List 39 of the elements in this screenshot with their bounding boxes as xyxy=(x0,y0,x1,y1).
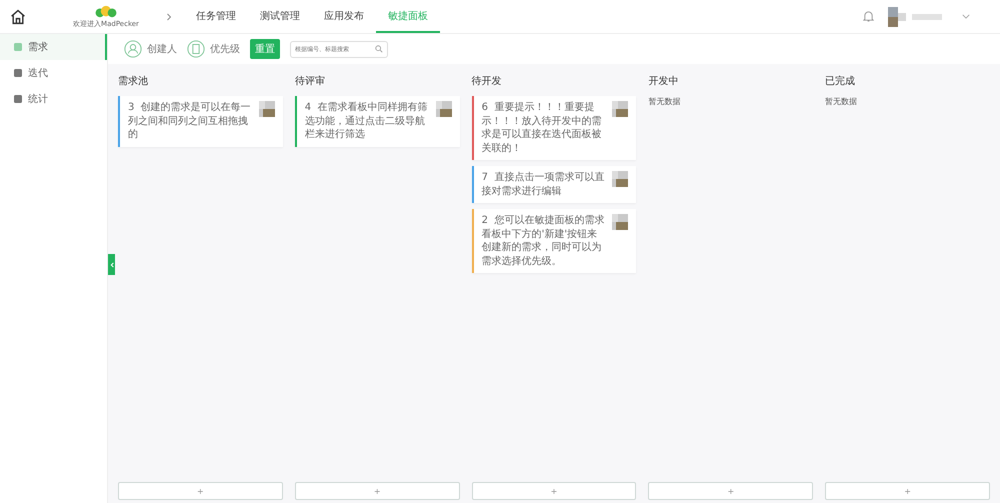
nav-tab[interactable]: 测试管理 xyxy=(248,0,312,33)
document-icon xyxy=(187,40,205,58)
sidebar-item[interactable]: 需求 xyxy=(0,34,107,60)
menu-item-icon xyxy=(14,95,22,103)
collapse-button[interactable] xyxy=(108,254,115,275)
requirement-card[interactable]: 3 创建的需求是可以在每一列之间和同列之间互相拖拽的 xyxy=(118,96,283,146)
nav-tab[interactable]: 应用发布 xyxy=(312,0,376,33)
logo-icon xyxy=(93,4,119,18)
column-title: 需求池 xyxy=(118,74,149,89)
add-button[interactable]: + xyxy=(472,482,636,500)
card-text: 6 重要提示！！！重要提示！！！放入待开发中的需求是可以直接在迭代面板被关联的！ xyxy=(482,101,603,155)
column-title: 开发中 xyxy=(648,74,680,89)
chevron-down-icon[interactable] xyxy=(962,14,970,19)
filter-button[interactable]: 优先级 xyxy=(187,40,240,58)
requirement-card[interactable]: 2 您可以在敏捷面板的需求看板中下方的'新建'按钮来创建新的需求，同时可以为需求选择优先级。 xyxy=(472,209,636,273)
empty-text: 暂无数据 xyxy=(648,96,682,107)
add-button[interactable]: + xyxy=(825,482,990,500)
requirement-card[interactable]: 6 重要提示！！！重要提示！！！放入待开发中的需求是可以直接在迭代面板被关联的！ xyxy=(472,96,636,160)
search-icon xyxy=(375,45,383,53)
card-text: 4 在需求看板中同样拥有筛选功能，通过点击二级导航栏来进行筛选 xyxy=(304,101,429,142)
card-text: 2 您可以在敏捷面板的需求看板中下方的'新建'按钮来创建新的需求，同时可以为需求选择优先级。 xyxy=(482,214,606,268)
column-title: 待开发 xyxy=(472,74,503,89)
nav-tab[interactable]: 任务管理 xyxy=(184,0,248,33)
sidebar-item[interactable]: 迭代 xyxy=(0,60,107,86)
person-icon xyxy=(124,40,142,58)
menu-item-icon xyxy=(14,69,22,77)
empty-text: 暂无数据 xyxy=(825,96,858,107)
menu-item-icon xyxy=(14,43,22,51)
card-text: 7 直接点击一项需求可以直接对需求进行编辑 xyxy=(482,171,606,198)
chevron-right-icon xyxy=(166,12,172,20)
home-icon[interactable] xyxy=(10,8,26,24)
filter-button[interactable]: 创建人 xyxy=(124,40,177,58)
column-title: 已完成 xyxy=(825,74,856,89)
bell-icon[interactable] xyxy=(863,10,874,23)
sidebar-item[interactable]: 统计 xyxy=(0,86,107,112)
requirement-card[interactable]: 7 直接点击一项需求可以直接对需求进行编辑 xyxy=(472,166,636,203)
requirement-card[interactable]: 4 在需求看板中同样拥有筛选功能，通过点击二级导航栏来进行筛选 xyxy=(294,96,460,146)
column-title: 待评审 xyxy=(294,74,326,89)
card-text: 3 创建的需求是可以在每一列之间和同列之间互相拖拽的 xyxy=(128,101,252,142)
